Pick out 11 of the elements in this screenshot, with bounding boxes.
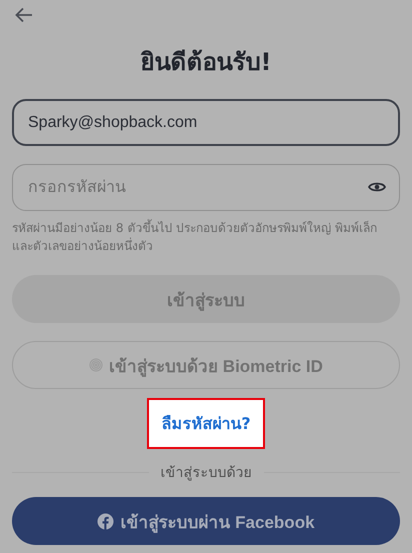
- page-title: ยินดีต้อนรับ!: [140, 47, 272, 78]
- fingerprint-icon: [89, 358, 104, 372]
- email-field[interactable]: Sparky@shopback.com: [12, 99, 400, 146]
- facebook-login-button[interactable]: เข้าสู่ระบบผ่าน Facebook: [12, 497, 400, 545]
- password-hint: รหัสผ่านมีอย่างน้อย 8 ตัวขึ้นไป ประกอบด้วยตัวอักษรพิมพ์ใหญ่ พิมพ์เล็ก และตัวเลขอย่างน้อยหนึ่งตัว: [12, 219, 378, 255]
- password-field[interactable]: กรอกรหัสผ่าน: [12, 164, 400, 211]
- divider-label: เข้าสู่ระบบด้วย: [160, 464, 252, 483]
- eye-icon[interactable]: [368, 181, 386, 193]
- facebook-icon: [97, 512, 114, 530]
- back-arrow-icon[interactable]: [15, 7, 33, 23]
- forgot-password-link[interactable]: ลืมรหัสผ่าน?: [147, 398, 265, 449]
